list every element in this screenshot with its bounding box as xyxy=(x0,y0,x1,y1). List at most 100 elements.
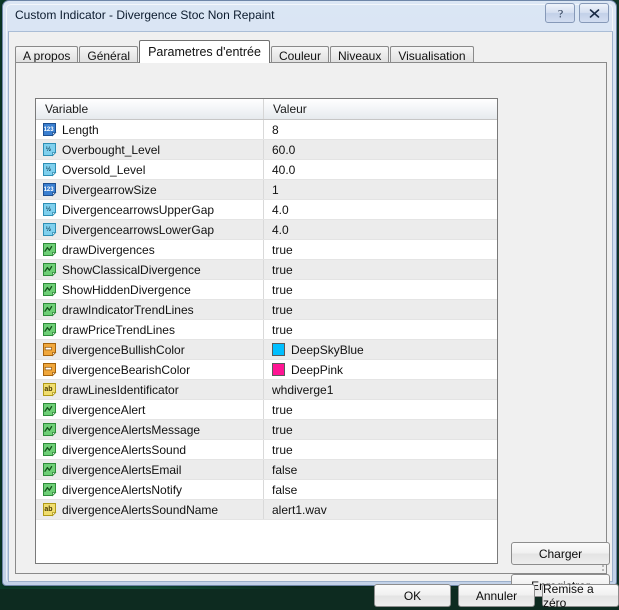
tab-parametres-d-entree[interactable]: Parametres d'entrée xyxy=(139,40,270,63)
table-row[interactable]: drawPriceTrendLines true xyxy=(36,320,497,340)
cell-value[interactable]: true xyxy=(264,300,497,319)
cell-value[interactable]: true xyxy=(264,320,497,339)
table-row[interactable]: ShowClassicalDivergencetrue xyxy=(36,260,497,280)
table-row[interactable]: divergenceAlertsSound true xyxy=(36,440,497,460)
table-row[interactable]: divergenceBullishColor DeepSkyBlue xyxy=(36,340,497,360)
annuler-button-label: Annuler xyxy=(476,589,517,603)
cell-value[interactable]: DeepPink xyxy=(264,360,497,379)
cell-value[interactable]: true xyxy=(264,280,497,299)
variable-value: DeepSkyBlue xyxy=(291,343,364,357)
column-header-variable[interactable]: Variable xyxy=(36,99,264,119)
cell-variable[interactable]: ½ DivergencearrowsUpperGap xyxy=(36,200,264,219)
svg-text:½: ½ xyxy=(46,145,52,153)
column-header-valeur[interactable]: Valeur xyxy=(264,99,497,119)
table-row[interactable]: ShowHiddenDivergence true xyxy=(36,280,497,300)
table-row[interactable]: drawIndicatorTrendLinestrue xyxy=(36,300,497,320)
table-row[interactable]: divergenceAlerttrue xyxy=(36,400,497,420)
ok-button[interactable]: OK xyxy=(374,584,451,607)
table-row[interactable]: ½ Overbought_Level60.0 xyxy=(36,140,497,160)
cell-variable[interactable]: divergenceAlertsNotify xyxy=(36,480,264,499)
cell-variable[interactable]: divergenceAlertsMessage xyxy=(36,420,264,439)
charger-button[interactable]: Charger xyxy=(511,542,610,565)
variable-name: divergenceAlertsSound xyxy=(62,443,186,457)
cell-variable[interactable]: ½ Oversold_Level xyxy=(36,160,264,179)
variable-value: true xyxy=(272,323,293,337)
table-row[interactable]: divergenceAlertsMessage true xyxy=(36,420,497,440)
table-row[interactable]: ½ DivergencearrowsUpperGap4.0 xyxy=(36,200,497,220)
string-icon: ab xyxy=(42,382,57,397)
tab-label: A propos xyxy=(23,49,70,63)
svg-text:½: ½ xyxy=(46,165,52,173)
resize-grip-icon[interactable] xyxy=(594,565,606,577)
variable-name: drawPriceTrendLines xyxy=(62,323,175,337)
tab-page-parametres-d-entree: Variable Valeur 123 Length8 ½ Overbought… xyxy=(15,62,607,574)
cell-value[interactable]: true xyxy=(264,440,497,459)
variable-value: 40.0 xyxy=(272,163,295,177)
parameters-table[interactable]: Variable Valeur 123 Length8 ½ Overbought… xyxy=(35,98,498,564)
custom-indicator-dialog: Custom Indicator - Divergence Stoc Non R… xyxy=(2,0,617,586)
tab-label: Couleur xyxy=(279,49,321,63)
cell-value[interactable]: 40.0 xyxy=(264,160,497,179)
cell-variable[interactable]: ½ DivergencearrowsLowerGap xyxy=(36,220,264,239)
variable-name: divergenceBullishColor xyxy=(62,343,185,357)
cell-value[interactable]: true xyxy=(264,260,497,279)
variable-name: ShowHiddenDivergence xyxy=(62,283,191,297)
cell-value[interactable]: 4.0 xyxy=(264,220,497,239)
cell-variable[interactable]: divergenceBearishColor xyxy=(36,360,264,379)
table-row[interactable]: ab drawLinesIdentificatorwhdiverge1 xyxy=(36,380,497,400)
cell-variable[interactable]: ShowClassicalDivergence xyxy=(36,260,264,279)
annuler-button[interactable]: Annuler xyxy=(458,584,535,607)
variable-value: 4.0 xyxy=(272,223,289,237)
cell-value[interactable]: true xyxy=(264,240,497,259)
cell-value[interactable]: 8 xyxy=(264,120,497,139)
cell-value[interactable]: 60.0 xyxy=(264,140,497,159)
table-row[interactable]: divergenceAlertsNotify false xyxy=(36,480,497,500)
svg-text:½: ½ xyxy=(46,205,52,213)
table-row[interactable]: ½ DivergencearrowsLowerGap 4.0 xyxy=(36,220,497,240)
table-row[interactable]: divergenceBearishColorDeepPink xyxy=(36,360,497,380)
cell-variable[interactable]: divergenceAlertsSound xyxy=(36,440,264,459)
cell-value[interactable]: DeepSkyBlue xyxy=(264,340,497,359)
bool-icon xyxy=(42,462,57,477)
table-row[interactable]: ab divergenceAlertsSoundNamealert1.wav xyxy=(36,500,497,520)
cell-value[interactable]: alert1.wav xyxy=(264,500,497,519)
remise-a-zero-button[interactable]: Remise a zéro xyxy=(542,584,619,607)
table-row[interactable]: divergenceAlertsEmailfalse xyxy=(36,460,497,480)
cell-value[interactable]: true xyxy=(264,420,497,439)
cell-variable[interactable]: divergenceBullishColor xyxy=(36,340,264,359)
variable-value: 1 xyxy=(272,183,279,197)
variable-value: true xyxy=(272,283,293,297)
cell-variable[interactable]: ShowHiddenDivergence xyxy=(36,280,264,299)
cell-variable[interactable]: 123 DivergearrowSize xyxy=(36,180,264,199)
variable-value: false xyxy=(272,483,297,497)
cell-variable[interactable]: divergenceAlert xyxy=(36,400,264,419)
close-button[interactable] xyxy=(579,3,609,23)
cell-value[interactable]: false xyxy=(264,460,497,479)
svg-text:ab: ab xyxy=(44,386,52,393)
cell-value[interactable]: 4.0 xyxy=(264,200,497,219)
cell-variable[interactable]: drawDivergences xyxy=(36,240,264,259)
svg-text:123: 123 xyxy=(44,187,55,193)
cell-value[interactable]: true xyxy=(264,400,497,419)
cell-variable[interactable]: ½ Overbought_Level xyxy=(36,140,264,159)
variable-value: true xyxy=(272,423,293,437)
cell-variable[interactable]: drawIndicatorTrendLines xyxy=(36,300,264,319)
table-row[interactable]: 123 DivergearrowSize 1 xyxy=(36,180,497,200)
dialog-client-area: A propos Général Parametres d'entrée Cou… xyxy=(8,31,613,582)
variable-name: drawDivergences xyxy=(62,243,155,257)
variable-name: DivergencearrowsUpperGap xyxy=(62,203,214,217)
cell-value[interactable]: whdiverge1 xyxy=(264,380,497,399)
int-icon: 123 xyxy=(42,122,57,137)
cell-variable[interactable]: ab divergenceAlertsSoundName xyxy=(36,500,264,519)
cell-variable[interactable]: drawPriceTrendLines xyxy=(36,320,264,339)
cell-value[interactable]: false xyxy=(264,480,497,499)
cell-variable[interactable]: ab drawLinesIdentificator xyxy=(36,380,264,399)
table-row[interactable]: ½ Oversold_Level 40.0 xyxy=(36,160,497,180)
cell-variable[interactable]: divergenceAlertsEmail xyxy=(36,460,264,479)
svg-text:½: ½ xyxy=(46,225,52,233)
cell-value[interactable]: 1 xyxy=(264,180,497,199)
table-row[interactable]: drawDivergences true xyxy=(36,240,497,260)
cell-variable[interactable]: 123 Length xyxy=(36,120,264,139)
table-row[interactable]: 123 Length8 xyxy=(36,120,497,140)
help-button[interactable]: ? xyxy=(545,3,575,23)
